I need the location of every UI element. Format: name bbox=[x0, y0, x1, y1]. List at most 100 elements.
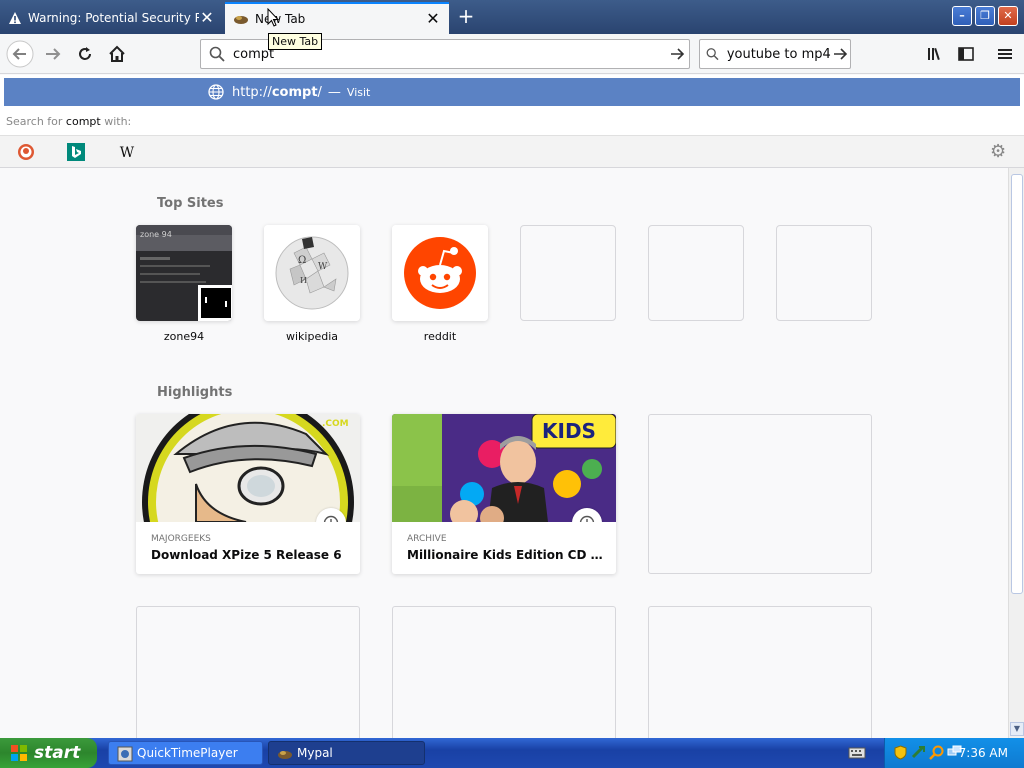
navigation-toolbar: compt youtube to mp4 bbox=[0, 34, 1024, 74]
menu-button[interactable] bbox=[991, 40, 1019, 68]
close-tab-icon[interactable]: ✕ bbox=[199, 10, 215, 26]
empty-top-site-tile[interactable] bbox=[520, 225, 616, 321]
mypal-icon bbox=[278, 751, 292, 759]
top-site-label: reddit bbox=[423, 330, 457, 343]
svg-text:Ω: Ω bbox=[298, 255, 306, 266]
system-tray: 7:36 AM bbox=[884, 738, 1024, 768]
empty-highlight-card bbox=[648, 606, 872, 738]
suggestion-visit-row[interactable]: http://compt/ — Visit bbox=[4, 78, 1020, 106]
windows-logo-icon bbox=[11, 745, 27, 761]
tab-title: New Tab bbox=[255, 12, 306, 26]
clock-time: 7:36 AM bbox=[958, 746, 1008, 760]
windows-taskbar: start QuickTimePlayer Mypal 7:36 AM bbox=[0, 738, 1024, 768]
empty-top-site-tile[interactable] bbox=[776, 225, 872, 321]
tab-title: Warning: Potential Security Risk Ahead bbox=[28, 11, 199, 25]
top-site-label: zone94 bbox=[163, 330, 205, 343]
shield-icon[interactable] bbox=[893, 745, 908, 760]
taskbar-item-mypal[interactable]: Mypal bbox=[268, 741, 425, 765]
tab-security-warning[interactable]: Warning: Potential Security Risk Ahead ✕ bbox=[0, 2, 223, 34]
suggestion-url: http://compt/ bbox=[232, 84, 322, 100]
search-engines-bar: W ⚙ bbox=[0, 135, 1024, 167]
suggestion-separator: — bbox=[327, 84, 341, 100]
close-tab-icon[interactable]: ✕ bbox=[425, 11, 441, 27]
duckduckgo-engine-button[interactable] bbox=[17, 143, 35, 161]
back-arrow-icon bbox=[6, 40, 34, 68]
highlight-thumbnail: KIDS bbox=[392, 414, 616, 522]
search-settings-gear-icon[interactable]: ⚙ bbox=[990, 143, 1008, 161]
magnifier-icon[interactable] bbox=[929, 745, 944, 760]
tab-new-tab[interactable]: New Tab ✕ bbox=[225, 2, 449, 34]
svg-text:KIDS: KIDS bbox=[542, 419, 596, 443]
taskbar-item-quicktime[interactable]: QuickTimePlayer bbox=[108, 741, 263, 765]
tab-tooltip: New Tab bbox=[268, 33, 323, 50]
bing-icon bbox=[67, 143, 85, 161]
reddit-logo-icon bbox=[392, 225, 488, 321]
majorgeeks-mascot-image: .COM bbox=[136, 414, 360, 522]
wikipedia-engine-button[interactable]: W bbox=[118, 143, 136, 161]
empty-top-site-tile[interactable] bbox=[648, 225, 744, 321]
keyboard-icon[interactable] bbox=[848, 747, 866, 759]
back-button[interactable] bbox=[6, 40, 34, 68]
mouse-cursor-icon bbox=[267, 8, 279, 27]
sidebar-icon bbox=[958, 47, 974, 61]
svg-text:И: И bbox=[300, 276, 307, 285]
forward-button[interactable] bbox=[39, 40, 67, 68]
search-for-label: Search for compt with: bbox=[6, 115, 132, 128]
new-tab-button[interactable]: + bbox=[455, 5, 477, 27]
svg-text:W: W bbox=[120, 145, 135, 161]
arrow-right-icon bbox=[671, 48, 685, 60]
empty-highlight-card bbox=[392, 606, 616, 738]
wikipedia-globe-icon: Ω W И bbox=[264, 225, 360, 321]
home-icon bbox=[109, 45, 125, 62]
top-site-tile[interactable] bbox=[392, 225, 488, 321]
wikipedia-w-icon: W bbox=[120, 145, 135, 161]
tab-strip: Warning: Potential Security Risk Ahead ✕… bbox=[0, 0, 1024, 34]
safely-remove-icon[interactable] bbox=[911, 745, 926, 760]
library-icon bbox=[928, 47, 940, 61]
minimize-button[interactable]: – bbox=[952, 6, 972, 26]
search-go-button[interactable] bbox=[831, 42, 850, 66]
highlights-title: Highlights bbox=[157, 385, 233, 400]
start-button[interactable]: start bbox=[0, 738, 97, 768]
library-button[interactable] bbox=[921, 40, 949, 68]
window-controls: – ❐ ✕ bbox=[952, 6, 1018, 26]
zone94-thumbnail: zone 94 bbox=[136, 225, 232, 321]
mypal-favicon-icon bbox=[234, 16, 248, 24]
reload-icon bbox=[79, 47, 91, 60]
new-tab-page: Top Sites zone 94 zone94 Ω W И wikipedia… bbox=[0, 168, 1008, 738]
highlight-thumbnail: .COM bbox=[136, 414, 360, 522]
forward-arrow-icon bbox=[46, 48, 61, 60]
reload-button[interactable] bbox=[71, 40, 99, 68]
top-site-label: wikipedia bbox=[285, 330, 338, 343]
highlight-card[interactable]: .COM MAJORGEEKS Download XPize 5 Release… bbox=[136, 414, 360, 574]
close-window-button[interactable]: ✕ bbox=[998, 6, 1018, 26]
svg-text:zone 94: zone 94 bbox=[140, 230, 172, 239]
svg-text:.COM: .COM bbox=[322, 419, 349, 429]
highlight-title: Download XPize 5 Release 6 bbox=[151, 548, 342, 562]
url-suggestions-dropdown: http://compt/ — Visit Search for compt w… bbox=[0, 75, 1024, 168]
restore-button[interactable]: ❐ bbox=[975, 6, 995, 26]
top-sites-title: Top Sites bbox=[157, 196, 224, 211]
search-icon bbox=[706, 48, 719, 61]
page-scrollbar[interactable]: ▼ bbox=[1008, 168, 1024, 738]
search-bar[interactable]: youtube to mp4 bbox=[699, 39, 851, 69]
highlight-source: MAJORGEEKS bbox=[151, 534, 211, 544]
bing-engine-button[interactable] bbox=[67, 143, 85, 161]
go-button[interactable] bbox=[665, 42, 689, 66]
scrollbar-thumb[interactable] bbox=[1011, 174, 1023, 594]
globe-icon bbox=[208, 84, 224, 100]
scroll-down-arrow-icon[interactable]: ▼ bbox=[1010, 722, 1024, 736]
highlight-card[interactable]: KIDS ARCHIVE Millionaire Kids Edition CD… bbox=[392, 414, 616, 574]
sidebar-button[interactable] bbox=[952, 40, 980, 68]
suggestion-action: Visit bbox=[346, 85, 371, 99]
start-label: start bbox=[34, 743, 81, 763]
duckduckgo-icon bbox=[18, 144, 34, 160]
home-button[interactable] bbox=[103, 40, 131, 68]
top-site-tile[interactable]: Ω W И bbox=[264, 225, 360, 321]
search-input[interactable]: youtube to mp4 bbox=[727, 47, 831, 62]
quicktime-icon bbox=[117, 746, 133, 762]
millionaire-kids-cover-image: KIDS bbox=[392, 414, 616, 522]
highlight-source: ARCHIVE bbox=[407, 534, 447, 544]
warning-icon bbox=[9, 12, 21, 24]
top-site-tile[interactable]: zone 94 bbox=[136, 225, 232, 321]
